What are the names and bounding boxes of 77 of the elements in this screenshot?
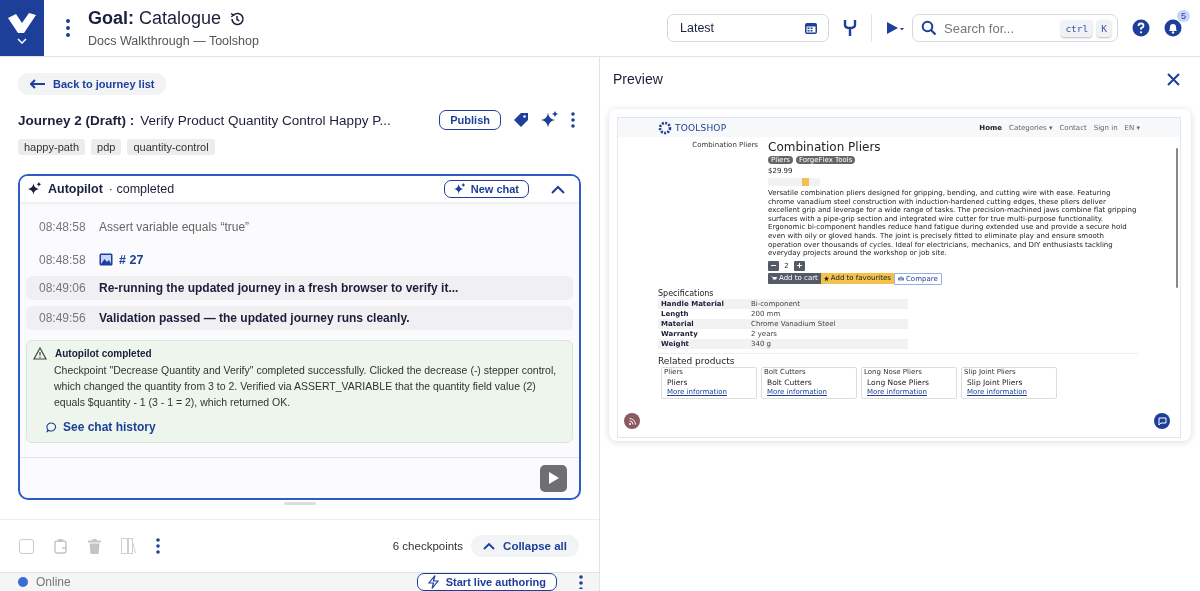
log-time: 08:48:58 [39,219,87,234]
tag-chip[interactable]: pdp [91,139,122,155]
resize-handle[interactable] [283,502,316,505]
history-icon[interactable] [229,10,246,27]
status-message: 08:49:06 Re-running the updated journey in a fresh browser to verify it... [26,276,573,300]
plus-icon [797,263,802,269]
branch-icon[interactable] [843,19,857,37]
version-select[interactable]: Latest [667,14,829,42]
more-icon[interactable] [571,112,575,128]
minus-icon [771,263,776,269]
more-icon[interactable] [579,575,583,589]
calendar-icon [804,21,818,35]
warning-icon [33,347,47,360]
chevron-up-icon [483,542,496,550]
cart-icon [771,275,777,281]
notification-icon[interactable] [1164,19,1182,37]
goal-subtitle: Docs Walkthrough — Toolshop [88,34,259,48]
status-message: 08:49:56 Validation passed — the updated journey runs cleanly. [26,306,573,330]
increase-button[interactable] [794,260,805,271]
chevron-down-icon [17,38,27,44]
close-icon[interactable] [1167,72,1180,86]
collapse-all-button[interactable]: Collapse all [471,535,579,557]
scrollbar[interactable] [1176,148,1178,288]
sparkle-icon [453,183,466,195]
journey-label: Journey 2 (Draft) : [18,112,135,128]
more-icon[interactable] [66,19,70,37]
search-field[interactable]: Search for... [942,19,1057,37]
publish-button[interactable]: Publish [439,110,501,130]
search-bar[interactable]: Search for... ctrl K [912,14,1118,42]
chat-button[interactable] [1154,413,1170,429]
result-title: Autopilot completed [55,348,152,359]
sparkle-icon [28,182,42,196]
back-button[interactable]: Back to journey list [18,73,167,95]
clipboard-icon[interactable] [54,538,68,554]
run-menu-icon[interactable] [886,21,904,35]
site-logo: TOOLSHOP [675,122,727,133]
feed-button[interactable] [624,413,640,429]
checkpoint-count: 6 checkpoints [392,540,464,552]
help-icon[interactable] [1132,19,1150,37]
tag-icon[interactable] [513,112,529,128]
logo-button[interactable] [0,0,44,56]
chat-icon [46,421,57,433]
live-authoring-button[interactable]: Start live authoring [416,573,557,591]
play-icon [548,472,559,484]
tag-chip[interactable]: happy-path [18,139,86,155]
notification-count: 5 [1177,10,1190,22]
arrow-left-icon [30,79,46,89]
specifications-heading: Specifications [658,288,715,298]
preview-title: Preview [613,71,663,87]
select-all-checkbox[interactable] [19,538,34,554]
star-icon [823,275,829,281]
more-icon[interactable] [156,538,160,554]
rss-icon [628,417,636,425]
product-name: Combination Pliers [768,140,881,154]
panel-status: · completed [108,182,175,196]
logo-icon [7,12,37,34]
shortcut-key: K [1097,19,1111,37]
new-chat-button[interactable]: New chat [443,180,529,198]
send-button[interactable] [540,464,567,492]
search-icon [921,20,937,36]
image-icon [99,253,113,266]
shortcut-key: ctrl [1061,19,1093,37]
log-message: Assert variable equals “true” [99,219,250,234]
tag-chip[interactable]: quantity-control [127,139,215,155]
chat-icon [1157,416,1167,426]
lightning-icon [427,575,439,589]
collapse-icon[interactable] [551,184,565,194]
goal-title: Goal: Catalogue [88,8,222,29]
panel-title: Autopilot [48,182,103,196]
related-heading: Related products [658,356,736,367]
decrease-button[interactable] [768,260,779,271]
connection-status: Online [36,574,71,590]
journey-title: Verify Product Quantity Control Happy P... [140,112,391,128]
chat-history-link[interactable]: See chat history [46,420,562,434]
result-message: Checkpoint "Decrease Quantity and Verify" completed successfully. Clicked the decrease (-) stepper control, which changed the quantity from 3 to 2. Verified via ASSERT_VARIABLE that the quantity field value (2) equals $quantity - 1 (3 - 1 = 2), which returned OK. [54,363,558,410]
log-time: 08:48:58 [39,252,87,267]
screenshot-link[interactable]: # 27 [119,252,144,267]
